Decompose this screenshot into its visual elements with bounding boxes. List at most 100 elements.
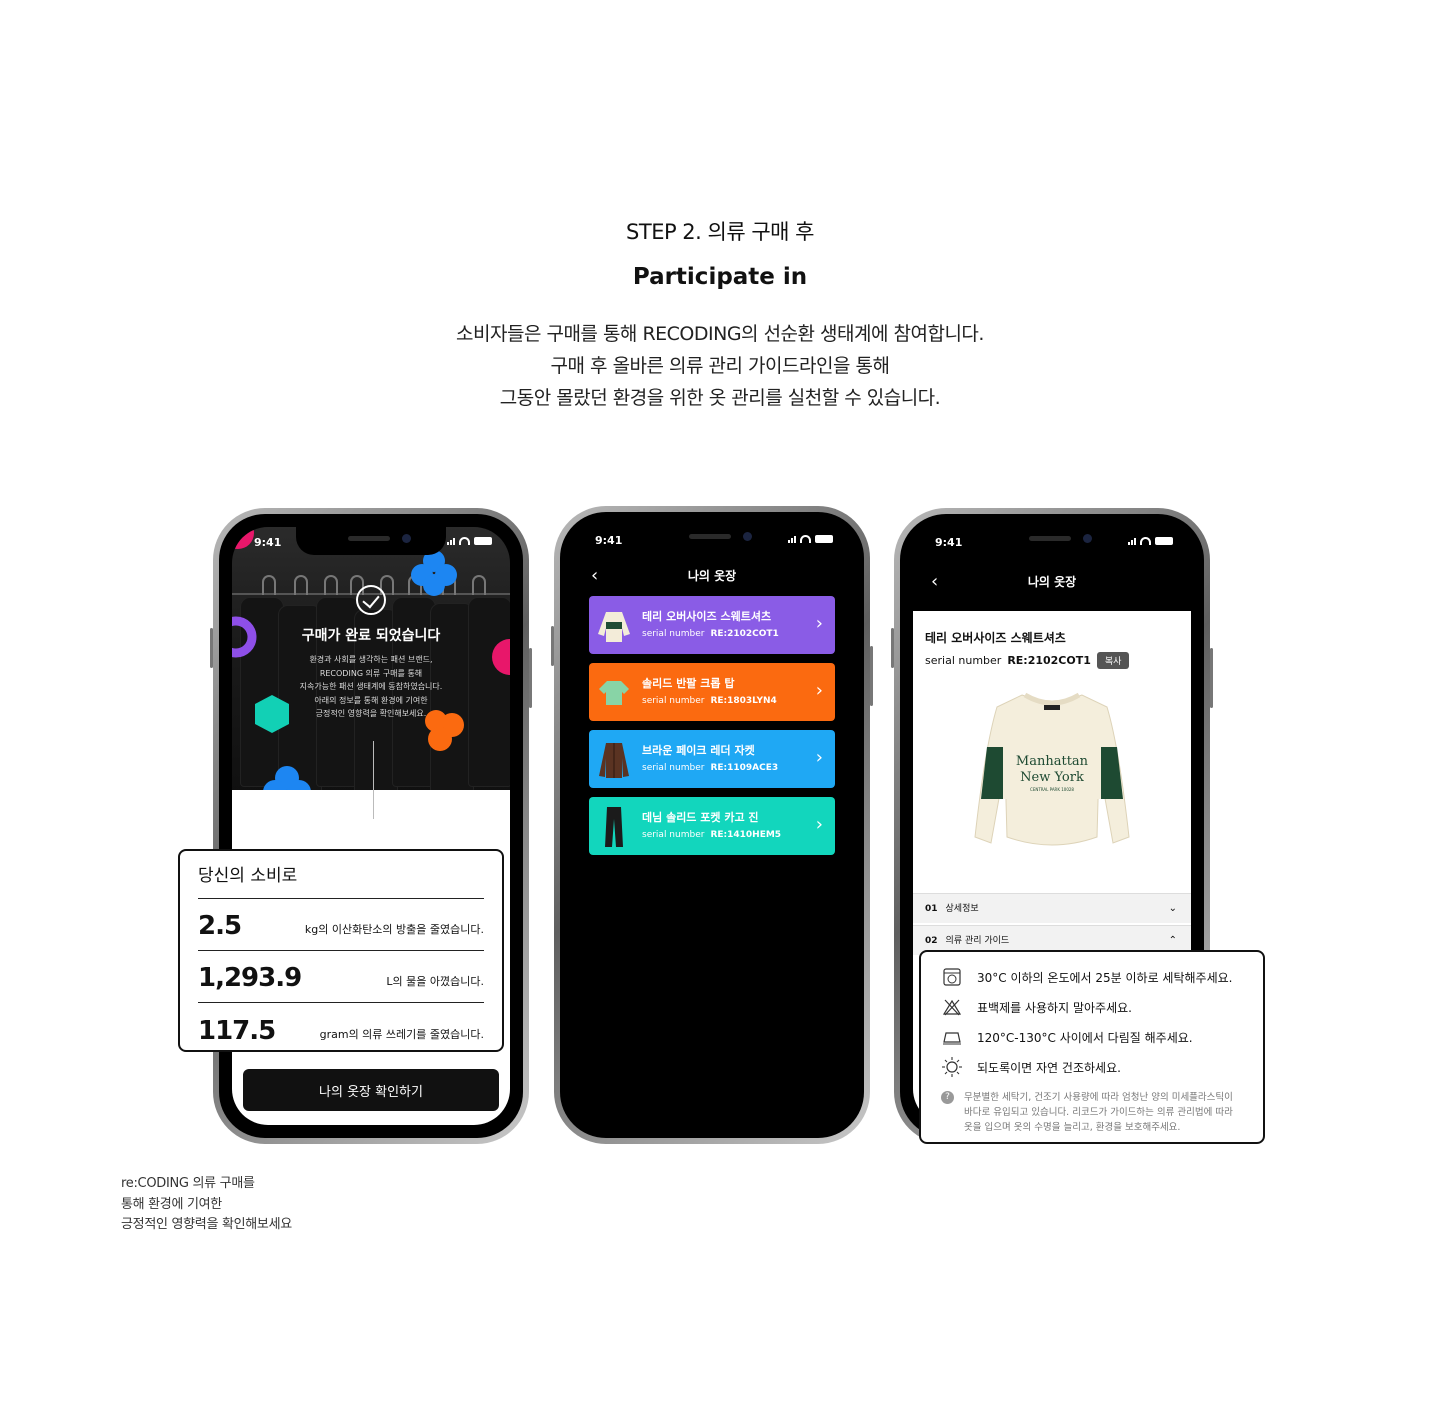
accordion-label: 상세정보 <box>945 904 979 914</box>
text-line: 지속가능한 패션 생태계에 동참하였습니다. <box>299 682 443 691</box>
back-chevron-icon[interactable]: ‹ <box>591 561 598 591</box>
item-name: 브라운 페이크 레더 자켓 <box>642 744 755 757</box>
sweatshirt-thumbnail <box>598 612 630 642</box>
description-line: 소비자들은 구매를 통해 RECODING의 선순환 생태계에 참여합니다. <box>456 323 984 345</box>
app-header: ‹ 나의 옷장 <box>573 561 851 591</box>
impact-row: 2.5 kg의 이산화탄소의 방출을 줄였습니다. <box>198 899 484 951</box>
battery-icon <box>1155 537 1173 545</box>
item-name: 테리 오버사이즈 스웨트셔츠 <box>642 610 772 623</box>
accordion-detail-info[interactable]: 01 상세정보 ⌄ <box>913 893 1191 923</box>
purchase-complete-text: 환경과 사회를 생각하는 패션 브랜드, RECODING 의류 구매를 통해 … <box>232 653 510 721</box>
care-row: 30°C 이하의 온도에서 25분 이하로 세탁해주세요. <box>941 962 1243 992</box>
impact-row: 117.5 gram의 의류 쓰레기를 줄였습니다. <box>198 1003 484 1055</box>
impact-card: 당신의 소비로 2.5 kg의 이산화탄소의 방출을 줄였습니다. 1,293.… <box>178 849 504 1052</box>
impact-label: kg의 이산화탄소의 방출을 줄였습니다. <box>304 923 484 936</box>
battery-icon <box>474 537 492 545</box>
wash-30-icon <box>941 968 963 986</box>
chevron-down-icon: ⌄ <box>1168 903 1177 914</box>
item-serial: serial number RE:1803LYN4 <box>642 696 777 706</box>
purchase-complete-title: 구매가 완료 되었습니다 <box>301 628 441 644</box>
pants-thumbnail <box>605 807 623 847</box>
note-line: 바다로 유입되고 있습니다. 리코드가 가이드하는 의류 관리법에 따라 <box>964 1107 1233 1118</box>
footnote-line: 긍정적인 영향력을 확인해보세요 <box>121 1217 292 1232</box>
copy-button[interactable]: 복사 <box>1096 652 1130 669</box>
item-serial: serial number RE:1410HEM5 <box>642 830 782 840</box>
tshirt-thumbnail <box>599 681 629 705</box>
product-serial: serial number RE:2102COT1 복사 <box>925 652 1130 669</box>
chevron-right-icon: › <box>815 814 823 835</box>
impact-value: 117.5 <box>198 1016 276 1046</box>
status-time: 9:41 <box>254 536 282 549</box>
check-icon <box>356 585 386 615</box>
view-closet-button[interactable]: 나의 옷장 확인하기 <box>243 1069 499 1111</box>
section-description: 소비자들은 구매를 통해 RECODING의 선순환 생태계에 참여합니다. 구… <box>0 318 1440 414</box>
text-line: 아래의 정보를 통해 환경에 기여한 <box>314 695 428 705</box>
item-name: 솔리드 반팔 크롭 탑 <box>642 677 735 690</box>
sweatshirt-print: New York <box>1020 770 1084 785</box>
pointer-line <box>373 741 374 819</box>
impact-label: gram의 의류 쓰레기를 줄였습니다. <box>319 1028 484 1041</box>
accordion-number: 02 <box>925 936 938 946</box>
product-name: 테리 오버사이즈 스웨트셔츠 <box>925 631 1066 645</box>
text-line: 환경과 사회를 생각하는 패션 브랜드, <box>309 655 433 664</box>
accordion-number: 01 <box>925 904 938 914</box>
impact-row: 1,293.9 L의 물을 아꼈습니다. <box>198 951 484 1003</box>
sweatshirt-print: Manhattan <box>1016 754 1089 769</box>
wifi-icon <box>800 535 811 543</box>
text-line: RECODING 의류 구매를 통해 <box>319 668 423 678</box>
status-time: 9:41 <box>935 536 963 549</box>
serial-label: serial number <box>925 654 1002 667</box>
phone-my-closet: 9:41 ‹ 나의 옷장 테리 오버사이즈 스웨트셔츠 serial numbe… <box>551 506 873 1144</box>
item-serial: serial number RE:1109ACE3 <box>642 763 779 773</box>
care-row: 120°C-130°C 사이에서 다림질 해주세요. <box>941 1022 1243 1052</box>
wifi-icon <box>1140 537 1151 545</box>
closet-item[interactable]: 솔리드 반팔 크롭 탑 serial number RE:1803LYN4 › <box>589 663 835 721</box>
chevron-right-icon: › <box>815 747 823 768</box>
item-name: 데님 솔리드 포켓 카고 진 <box>642 811 759 824</box>
product-image: Manhattan New York CENTRAL PARK 10028 <box>974 692 1130 846</box>
description-line: 구매 후 올바른 의류 관리 가이드라인을 통해 <box>550 355 890 377</box>
chevron-right-icon: › <box>815 680 823 701</box>
note-line: 옷을 입으며 옷의 수명을 늘리고, 환경을 보호해주세요. <box>964 1122 1181 1133</box>
header-title: 나의 옷장 <box>1027 575 1077 589</box>
section-headline: Participate in <box>632 264 808 290</box>
wifi-icon <box>459 537 470 545</box>
accordion-label: 의류 관리 가이드 <box>945 936 1010 946</box>
jacket-thumbnail <box>599 743 629 778</box>
chevron-right-icon: › <box>815 613 823 634</box>
impact-label: L의 물을 아꼈습니다. <box>386 975 484 988</box>
closet-item[interactable]: 브라운 페이크 레더 자켓 serial number RE:1109ACE3 › <box>589 730 835 788</box>
back-chevron-icon[interactable]: ‹ <box>931 567 938 597</box>
care-row: 표백제를 사용하지 말아주세요. <box>941 992 1243 1022</box>
battery-icon <box>815 535 833 543</box>
description-line: 그동안 몰랐던 환경을 위한 옷 관리를 실천할 수 있습니다. <box>499 387 941 409</box>
app-header: ‹ 나의 옷장 <box>913 567 1191 597</box>
question-icon: ? <box>941 1091 954 1104</box>
care-row: 되도록이면 자연 건조하세요. <box>941 1052 1243 1082</box>
iron-icon <box>941 1028 963 1046</box>
serial-value: RE:2102COT1 <box>1007 654 1091 667</box>
text-line: 긍정적인 영향력을 확인해보세요. <box>315 709 427 718</box>
closet-item[interactable]: 테리 오버사이즈 스웨트셔츠 serial number RE:2102COT1 … <box>589 596 835 654</box>
footnote-line: re:CODING 의류 구매를 <box>121 1176 255 1191</box>
footnote: re:CODING 의류 구매를 통해 환경에 기여한 긍정적인 영향력을 확인… <box>121 1174 292 1236</box>
care-text: 되도록이면 자연 건조하세요. <box>977 1060 1121 1075</box>
sweatshirt-print: CENTRAL PARK 10028 <box>1030 787 1074 792</box>
care-text: 120°C-130°C 사이에서 다림질 해주세요. <box>977 1030 1193 1045</box>
care-text: 30°C 이하의 온도에서 25분 이하로 세탁해주세요. <box>977 970 1233 985</box>
impact-heading: 당신의 소비로 <box>198 861 484 899</box>
sun-dry-icon <box>941 1057 963 1077</box>
note-line: 무분별한 세탁기, 건조기 사용량에 따라 엄청난 양의 미세플라스틱이 <box>964 1092 1233 1103</box>
footnote-line: 통해 환경에 기여한 <box>121 1196 222 1212</box>
care-note: ? 무분별한 세탁기, 건조기 사용량에 따라 엄청난 양의 미세플라스틱이 바… <box>941 1090 1243 1135</box>
header-title: 나의 옷장 <box>687 569 737 583</box>
care-guide-card: 30°C 이하의 온도에서 25분 이하로 세탁해주세요. 표백제를 사용하지 … <box>919 950 1265 1144</box>
impact-value: 1,293.9 <box>198 963 302 993</box>
item-serial: serial number RE:2102COT1 <box>642 629 779 639</box>
impact-value: 2.5 <box>198 911 242 941</box>
status-time: 9:41 <box>595 534 623 547</box>
step-title: STEP 2. 의류 구매 후 <box>626 220 814 244</box>
care-text: 표백제를 사용하지 말아주세요. <box>977 1000 1132 1015</box>
no-bleach-icon <box>941 998 963 1016</box>
closet-item[interactable]: 데님 솔리드 포켓 카고 진 serial number RE:1410HEM5 … <box>589 797 835 855</box>
